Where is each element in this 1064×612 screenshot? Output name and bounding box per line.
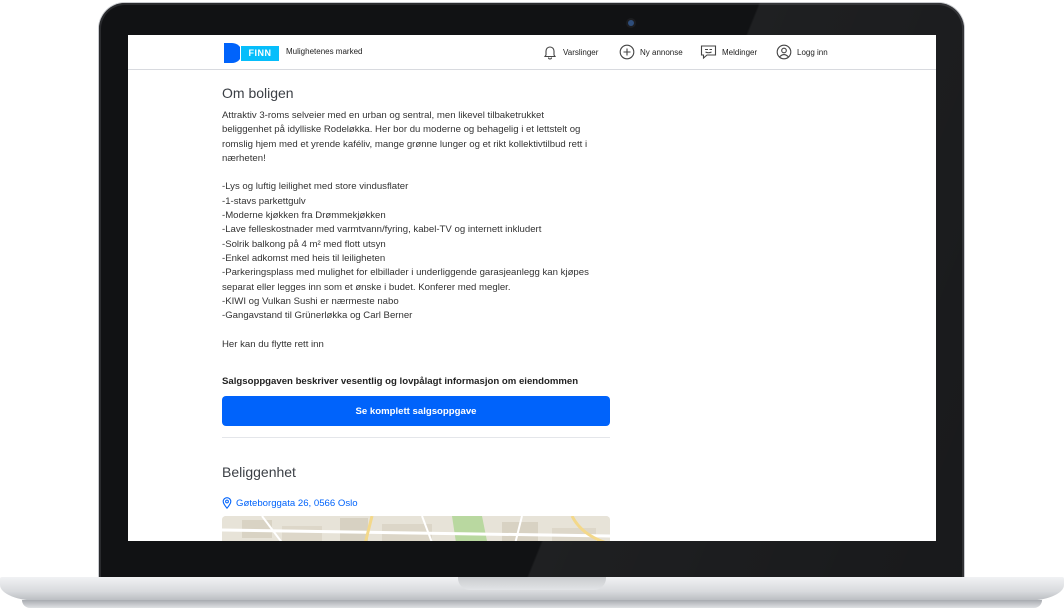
plus-circle-icon bbox=[619, 44, 635, 60]
feature-line: -Lave felleskostnader med varmtvann/fyri… bbox=[222, 224, 542, 236]
user-icon bbox=[776, 44, 792, 60]
bell-icon bbox=[543, 46, 557, 60]
feature-line: -Solrik balkong på 4 m² med flott utsyn bbox=[222, 238, 386, 250]
laptop-base-bottom bbox=[22, 600, 1042, 608]
feature-line: separat eller legges inn som et ønske i … bbox=[222, 281, 511, 293]
section-title-location: Beliggenhet bbox=[222, 464, 296, 480]
description-line: beliggenhet på idylliske Rodeløkka. Her … bbox=[222, 124, 581, 136]
laptop-screen: FINN Mulighetenes marked Varslinger Ny a… bbox=[128, 35, 936, 541]
address-link[interactable]: Gøteborggata 26, 0566 Oslo bbox=[222, 497, 358, 509]
logo-text: FINN bbox=[240, 45, 280, 62]
about-section: Om boligen Attraktiv 3-roms selveier med… bbox=[222, 85, 612, 352]
tagline: Mulighetenes marked bbox=[286, 47, 363, 56]
section-title-about: Om boligen bbox=[222, 85, 294, 101]
top-navigation-bar: FINN Mulighetenes marked Varslinger Ny a… bbox=[128, 35, 936, 70]
feature-line: -Enkel adkomst med heis til leiligheten bbox=[222, 252, 386, 264]
nav-login[interactable]: Logg inn bbox=[776, 44, 828, 60]
webcam bbox=[628, 20, 634, 26]
finn-logo[interactable]: FINN bbox=[224, 43, 280, 63]
feature-line: -Moderne kjøkken fra Drømmekjøkken bbox=[222, 210, 386, 222]
property-description: Attraktiv 3-roms selveier med en urban o… bbox=[222, 109, 612, 352]
chat-icon bbox=[700, 45, 717, 60]
nav-new-ad-label: Ny annonse bbox=[640, 47, 683, 57]
section-divider bbox=[222, 437, 610, 438]
nav-new-ad[interactable]: Ny annonse bbox=[619, 44, 683, 60]
feature-line: -Gangavstand til Grünerløkka og Carl Ber… bbox=[222, 310, 413, 322]
feature-line: -Lys og luftig leilighet med store vindu… bbox=[222, 181, 409, 193]
description-line: Attraktiv 3-roms selveier med en urban o… bbox=[222, 110, 545, 121]
feature-line: -KIWI og Vulkan Sushi er nærmeste nabo bbox=[222, 295, 399, 307]
feature-line: -1-stavs parkettgulv bbox=[222, 195, 306, 207]
nav-login-label: Logg inn bbox=[797, 47, 828, 57]
nav-messages-label: Meldinger bbox=[722, 47, 758, 57]
description-line: romslig hjem med et yrende kaféliv, mang… bbox=[222, 138, 588, 150]
map-tiles bbox=[222, 516, 610, 541]
nav-notifications-label: Varslinger bbox=[563, 47, 599, 57]
closing-line: Her kan du flytte rett inn bbox=[222, 338, 324, 350]
sales-legal-text: Salgsoppgaven beskriver vesentlig og lov… bbox=[222, 376, 579, 387]
location-map[interactable] bbox=[222, 516, 610, 541]
laptop-notch bbox=[458, 577, 606, 590]
map-pin-icon bbox=[222, 497, 232, 509]
view-sales-prospectus-button[interactable]: Se komplett salgsoppgave bbox=[222, 396, 610, 426]
description-line: nærheten! bbox=[222, 152, 266, 164]
nav-notifications[interactable]: Varslinger bbox=[542, 44, 598, 60]
feature-line: -Parkeringsplass med mulighet for elbill… bbox=[222, 267, 589, 279]
address-text: Gøteborggata 26, 0566 Oslo bbox=[236, 497, 358, 509]
nav-messages[interactable]: Meldinger bbox=[700, 44, 757, 60]
